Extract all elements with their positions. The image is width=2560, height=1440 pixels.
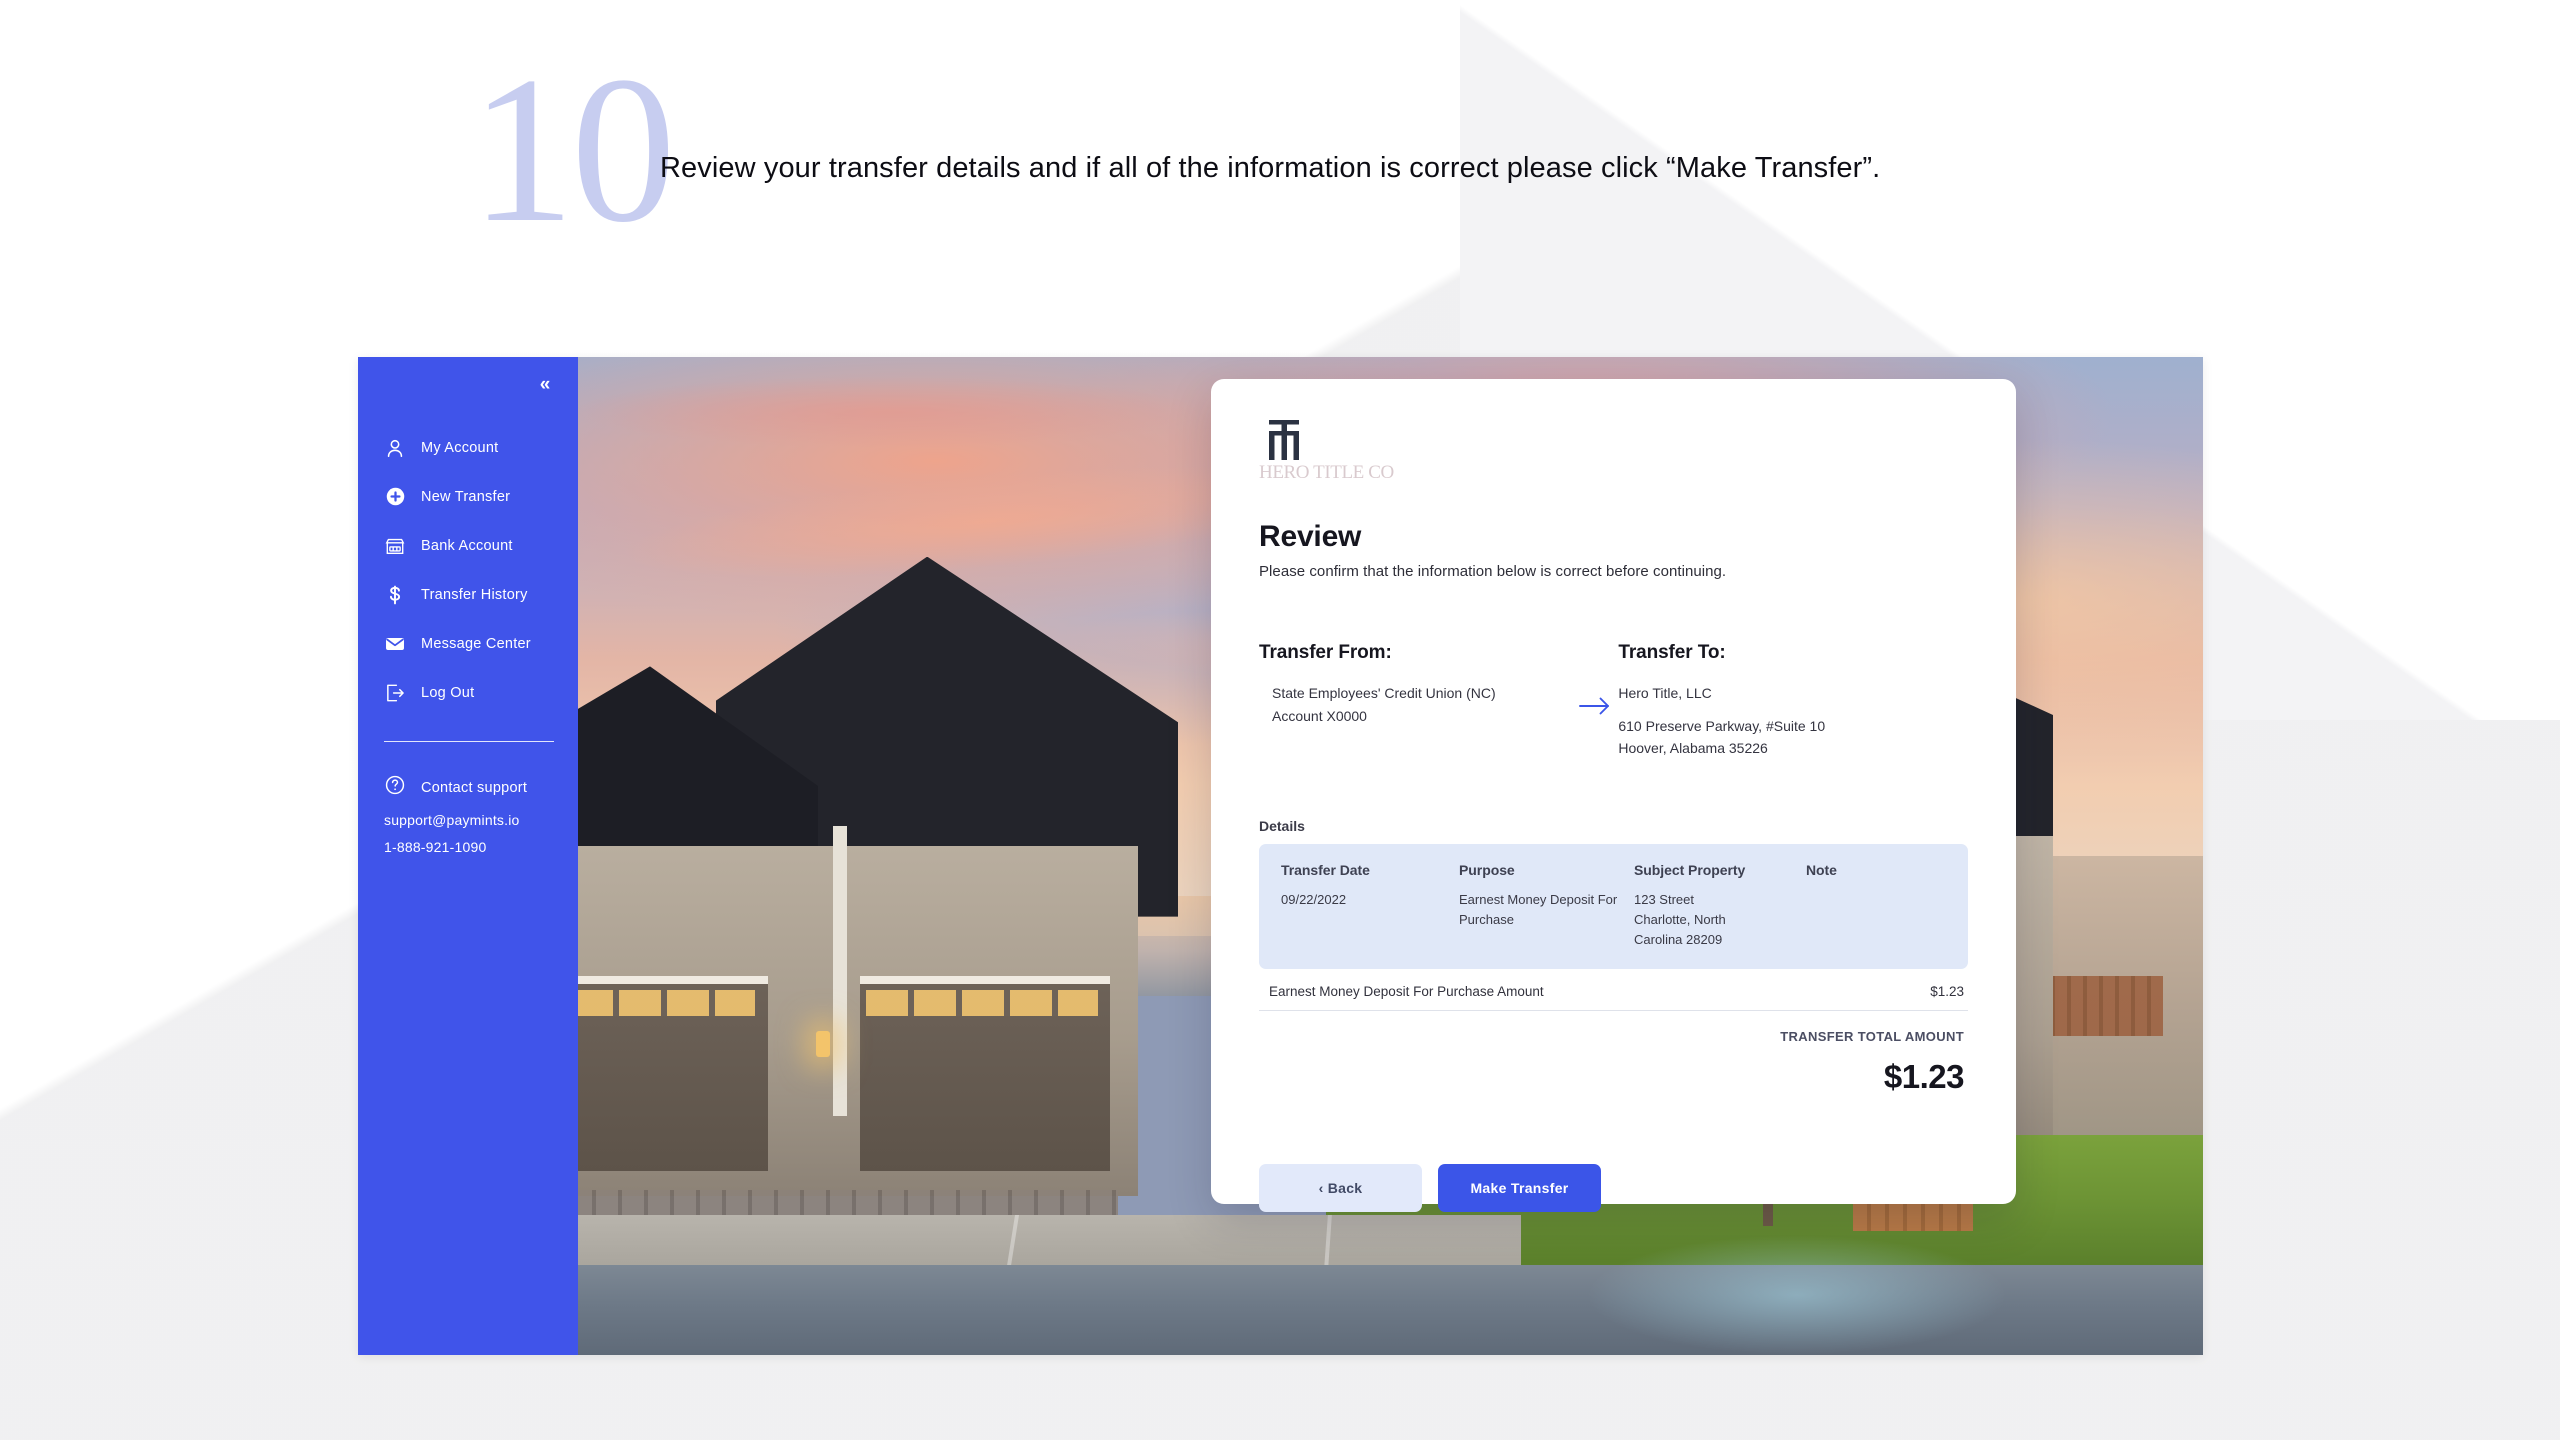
photo-cloud-streak	[578, 376, 1196, 447]
sidebar-support-block: Contact support support@paymints.io 1-88…	[358, 774, 578, 855]
card-actions: ‹ Back Make Transfer	[1259, 1164, 1968, 1213]
transfer-from-heading: Transfer From:	[1259, 642, 1392, 663]
sidebar-item-label: Bank Account	[421, 537, 513, 554]
sidebar-item-my-account[interactable]: My Account	[358, 423, 578, 472]
transfer-summary: Transfer From: State Employees' Credit U…	[1259, 642, 1968, 760]
sidebar-collapse-button[interactable]: «	[532, 371, 558, 397]
app-window: « My Account New Transfer Bank Account T…	[358, 357, 2203, 1355]
step-number: 10	[470, 34, 676, 266]
transfer-total-label: TRANSFER TOTAL AMOUNT	[1780, 1029, 1964, 1045]
step-instruction: Review your transfer details and if all …	[660, 152, 1881, 184]
photo-garage-window	[578, 989, 755, 1016]
transfer-to-block: Transfer To: Hero Title, LLC 610 Preserv…	[1618, 642, 1968, 760]
review-card: HERO TITLE CO Review Please confirm that…	[1211, 379, 2016, 1213]
sidebar-item-label: Log Out	[421, 684, 475, 701]
sidebar-item-contact-support[interactable]: Contact support	[358, 774, 578, 801]
page-title: Review	[1259, 520, 1362, 553]
envelope-icon	[384, 633, 406, 655]
column-header: Subject Property	[1634, 862, 1746, 879]
sidebar-nav: My Account New Transfer Bank Account Tra…	[358, 423, 578, 717]
make-transfer-button[interactable]: Make Transfer	[1438, 1164, 1601, 1213]
bank-storefront-icon	[384, 535, 406, 557]
logo-wordmark: HERO TITLE CO	[1259, 462, 1394, 483]
transfer-to-address-line1: 610 Preserve Parkway, #Suite 10	[1618, 717, 1826, 734]
sidebar-item-label: New Transfer	[421, 488, 511, 505]
column-header: Note	[1806, 862, 1837, 879]
transfer-from-institution: State Employees' Credit Union (NC)	[1272, 685, 1496, 701]
photo-street-reflection	[1585, 1235, 2008, 1355]
cell-transfer-date: 09/22/2022	[1281, 892, 1347, 908]
sidebar-item-bank-account[interactable]: Bank Account	[358, 521, 578, 570]
line-item-amount: $1.23	[1930, 984, 1964, 1000]
dollar-icon	[384, 584, 406, 606]
transfer-to-address-line2: Hoover, Alabama 35226	[1618, 740, 1768, 757]
details-label: Details	[1259, 818, 1305, 835]
transfer-from-account: Account X0000	[1272, 707, 1367, 724]
support-phone[interactable]: 1-888-921-1090	[358, 839, 578, 855]
details-column-purpose: Purpose Earnest Money Deposit For Purcha…	[1459, 862, 1634, 949]
transfer-to-company: Hero Title, LLC	[1618, 685, 1712, 701]
logout-icon	[384, 682, 406, 704]
cell-subject-property-line2: Charlotte, North	[1634, 911, 1726, 927]
photo-garage-window	[866, 989, 1098, 1016]
sidebar-item-label: Message Center	[421, 635, 531, 652]
page-subtitle: Please confirm that the information belo…	[1259, 563, 1727, 580]
question-circle-icon	[384, 774, 406, 801]
column-header: Transfer Date	[1281, 862, 1370, 879]
sidebar-item-new-transfer[interactable]: New Transfer	[358, 472, 578, 521]
hero-title-monogram-icon	[1269, 420, 1299, 460]
sidebar-item-label: My Account	[421, 439, 499, 456]
sidebar-item-log-out[interactable]: Log Out	[358, 668, 578, 717]
chevrons-left-icon: «	[539, 373, 551, 395]
details-column-transfer-date: Transfer Date 09/22/2022	[1281, 862, 1459, 949]
details-column-note: Note	[1806, 862, 1946, 949]
sidebar-item-message-center[interactable]: Message Center	[358, 619, 578, 668]
plus-circle-icon	[384, 486, 406, 508]
details-column-subject-property: Subject Property 123 Street Charlotte, N…	[1634, 862, 1806, 949]
back-button[interactable]: ‹ Back	[1259, 1164, 1422, 1213]
line-item-label: Earnest Money Deposit For Purchase Amoun…	[1269, 984, 1544, 1000]
transfer-total-amount: $1.23	[1883, 1058, 1965, 1096]
sidebar-item-transfer-history[interactable]: Transfer History	[358, 570, 578, 619]
sidebar-divider	[384, 741, 554, 742]
step-heading: 10 Review your transfer details and if a…	[470, 45, 1970, 255]
background-photo: HERO TITLE CO Review Please confirm that…	[578, 357, 2203, 1355]
cell-subject-property-line3: Carolina 28209	[1634, 931, 1723, 947]
transfer-to-heading: Transfer To:	[1618, 642, 1726, 663]
sidebar: « My Account New Transfer Bank Account T…	[358, 357, 578, 1355]
amount-line-item: Earnest Money Deposit For Purchase Amoun…	[1259, 971, 1968, 1012]
support-email[interactable]: support@paymints.io	[358, 812, 578, 828]
photo-porch-lamp	[816, 1030, 830, 1057]
cell-subject-property-line1: 123 Street	[1634, 892, 1694, 908]
user-icon	[384, 437, 406, 459]
contact-support-label: Contact support	[421, 779, 528, 796]
arrow-right-icon	[1579, 697, 1609, 715]
company-logo: HERO TITLE CO	[1259, 419, 1968, 482]
column-header: Purpose	[1459, 862, 1515, 879]
photo-left-house-trim	[833, 826, 847, 1117]
page-root: 10 Review your transfer details and if a…	[0, 0, 2560, 1440]
details-table: Transfer Date 09/22/2022 Purpose Earnest…	[1259, 844, 1968, 970]
sidebar-item-label: Transfer History	[421, 586, 528, 603]
transfer-from-block: Transfer From: State Employees' Credit U…	[1259, 642, 1618, 760]
cell-purpose: Earnest Money Deposit For Purchase	[1459, 892, 1618, 927]
